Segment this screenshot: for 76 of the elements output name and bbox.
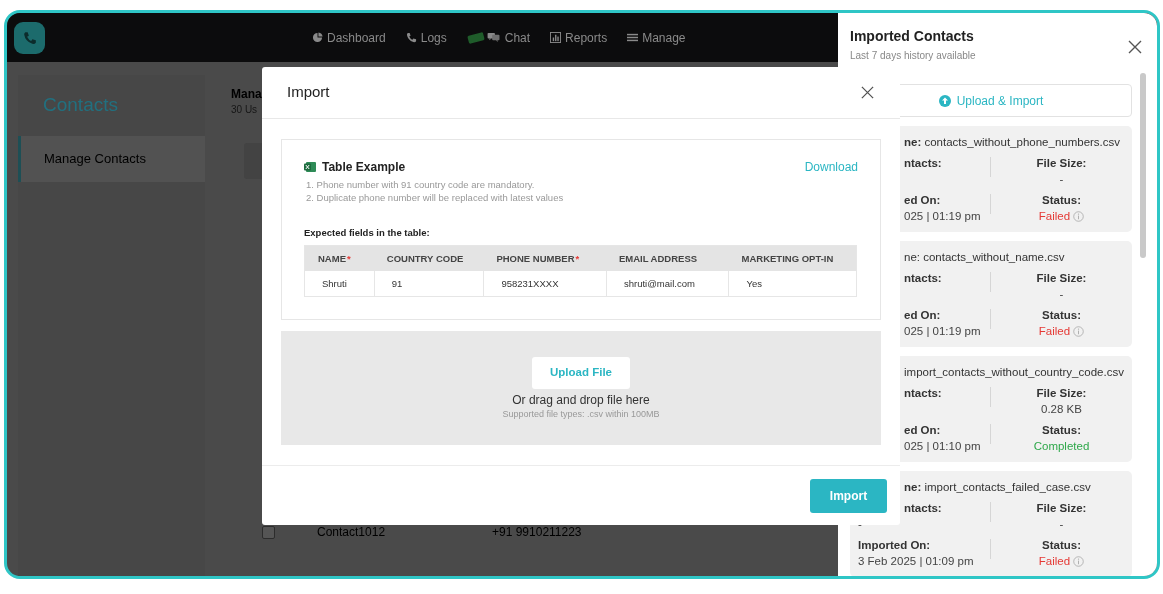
file-type-note: Supported file types: .csv within 100MB <box>502 408 660 420</box>
field-value: - <box>1058 287 1065 302</box>
close-icon[interactable] <box>1127 39 1143 55</box>
sidebar-title: Contacts <box>43 93 118 118</box>
nav-link[interactable]: Chat <box>504 28 531 47</box>
table-cell: shruti@mail.com <box>605 271 729 297</box>
upload-icon <box>938 94 951 107</box>
field-label: ed On: <box>903 423 942 438</box>
file-name: ne: contacts_without_phone_numbers.csv <box>903 135 1122 150</box>
menu-icon <box>627 32 639 43</box>
example-title: Table Example <box>322 159 406 176</box>
drop-hint: Or drag and drop file here <box>512 393 650 408</box>
page-title: Mana <box>231 86 262 103</box>
drop-zone[interactable]: Upload File Or drag and drop file here Supported file types: .csv within 100MB <box>281 331 881 445</box>
column-header: PHONE NUMBER* <box>495 251 581 266</box>
spreadsheet-icon <box>304 161 316 173</box>
field-label: File Size: <box>1035 501 1088 516</box>
fields-heading: Expected fields in the table: <box>304 226 431 240</box>
dialog-title: Import <box>287 82 330 103</box>
table-cell: Yes <box>728 271 856 297</box>
table-cell-text: Shruti <box>321 276 348 291</box>
info-icon[interactable] <box>1073 210 1085 222</box>
field-value: 025 | 01:19 pm <box>903 209 982 224</box>
panel-subtitle: Last 7 days history available <box>850 49 976 63</box>
info-icon[interactable] <box>1073 555 1085 567</box>
column-header: MARKETING OPT-IN <box>740 251 835 266</box>
checkbox[interactable] <box>262 525 275 539</box>
field-value: - <box>1058 517 1065 532</box>
phone-icon <box>22 30 37 45</box>
field-label: Status: <box>1041 193 1082 208</box>
app-logo[interactable] <box>14 21 45 54</box>
field-label: File Size: <box>1035 271 1088 286</box>
column-header: NAME* <box>317 251 352 266</box>
field-label: Status: <box>1041 538 1082 553</box>
field-value: - <box>1058 172 1065 187</box>
status-text: Failed <box>1038 209 1071 224</box>
nav-link[interactable]: Reports <box>565 28 608 47</box>
panel-title: Imported Contacts <box>850 27 975 45</box>
field-label: Status: <box>1041 423 1082 438</box>
nav-link[interactable]: Logs <box>420 28 447 47</box>
chat-icon <box>486 32 501 43</box>
column-header: EMAIL ADDRESS <box>617 251 699 266</box>
nav-link[interactable]: Manage <box>642 28 686 47</box>
field-label: ntacts: <box>903 271 943 286</box>
field-label: ed On: <box>903 193 942 208</box>
table-cell: 91 <box>373 271 484 297</box>
status-text: Failed <box>1038 554 1071 569</box>
bar-chart-icon <box>550 32 562 43</box>
table-cell: 958231XXXX <box>483 271 606 297</box>
contact-phone: +91 9910211223 <box>492 524 582 541</box>
info-icon[interactable] <box>1073 325 1085 337</box>
instruction-note: 2. Duplicate phone number will be replaced with latest values <box>305 191 565 204</box>
file-name: ne: contacts_without_name.csv <box>903 250 1066 265</box>
field-value: 0.28 KB <box>1040 402 1083 417</box>
field-label: File Size: <box>1035 386 1088 401</box>
field-label: File Size: <box>1035 156 1088 171</box>
close-icon[interactable] <box>860 85 875 100</box>
pie-chart-icon <box>312 32 323 43</box>
phone-icon <box>405 32 417 43</box>
status-text: Failed <box>1038 324 1071 339</box>
field-value: 025 | 01:19 pm <box>903 324 982 339</box>
field-value: 025 | 01:10 pm <box>903 439 982 454</box>
field-label: ed On: <box>903 308 942 323</box>
column-header: COUNTRY CODE <box>385 251 465 266</box>
field-label: Imported On: <box>857 538 932 553</box>
field-value: - <box>857 517 863 532</box>
file-name: ne: import_contacts_failed_case.csv <box>903 480 1092 495</box>
nav-link[interactable]: Dashboard <box>327 28 386 47</box>
file-name: import_contacts_without_country_code.csv <box>903 365 1125 380</box>
field-label: ntacts: <box>903 501 943 516</box>
instruction-note: 1. Phone number with 91 country code are mandatory. <box>305 178 536 191</box>
contact-name: Contact1012 <box>317 524 387 541</box>
field-label: ntacts: <box>903 386 943 401</box>
status-text: Completed <box>1033 439 1090 454</box>
field-label: Status: <box>1041 308 1082 323</box>
field-value: 3 Feb 2025 | 01:09 pm <box>857 554 975 569</box>
